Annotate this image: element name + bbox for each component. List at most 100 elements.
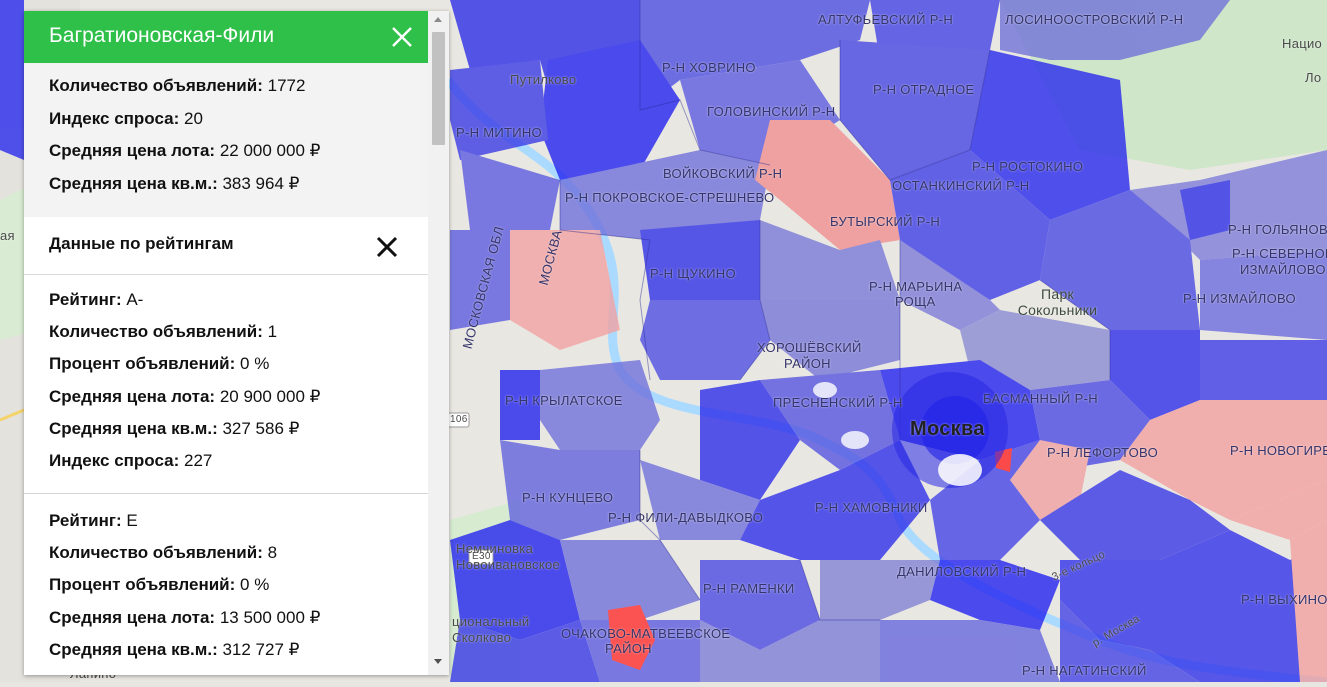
district-label: ГОЛОВИНСКИЙ Р-Н	[707, 104, 836, 119]
rating-value: 327 586 ₽	[222, 419, 300, 438]
rating-value: 1	[267, 322, 278, 341]
district-label: ХОРОШЁВСКИЙ	[757, 340, 862, 355]
scroll-up-arrow-icon[interactable]	[434, 17, 442, 22]
district-label: Р-Н МАРЬИНА	[869, 279, 963, 294]
district-summary: Количество объявлений: 1772 Индекс спрос…	[24, 63, 428, 217]
district-label: Р-Н МИТИНО	[456, 125, 542, 140]
place-label: Сколково	[452, 630, 512, 645]
city-label: Москва	[910, 418, 985, 440]
rating-label: Индекс спроса:	[49, 451, 180, 470]
ratings-title: Данные по рейтингам	[49, 234, 234, 253]
rating-value: 227	[183, 451, 213, 470]
district-label: ДАНИЛОВСКИЙ Р-Н	[897, 564, 1027, 579]
rating-value: 312 727 ₽	[222, 640, 300, 659]
rating-label: Количество объявлений:	[49, 543, 263, 562]
rating-label: Процент объявлений:	[49, 354, 236, 373]
summary-value: 1772	[267, 76, 306, 95]
district-label: Р-Н РАМЕНКИ	[703, 581, 795, 596]
summary-label: Индекс спроса:	[49, 109, 180, 128]
close-icon[interactable]	[390, 25, 414, 49]
park-label-line: Парк	[1041, 286, 1074, 302]
rating-row: Средняя цена кв.м.: 327 586 ₽	[49, 419, 299, 439]
place-label: Нацио	[1282, 36, 1323, 51]
rating-value: 0 %	[240, 575, 270, 594]
scrollbar-thumb[interactable]	[432, 32, 445, 145]
district-label: АЛТУФЬЕВСКИЙ Р-Н	[818, 12, 954, 27]
district-label: ОЧАКОВО-МАТВЕЕВСКОЕ	[561, 626, 731, 641]
district-label: ЛОСИНООСТРОВСКИЙ Р-Н	[1005, 12, 1184, 27]
district-label: Р-Н ПОКРОВСКОЕ-СТРЕШНЕВО	[565, 190, 775, 205]
summary-row: Средняя цена лота: 22 000 000 ₽	[49, 141, 320, 161]
district-label: РОЩА	[895, 294, 936, 309]
summary-value: 383 964 ₽	[222, 174, 300, 193]
rating-value: А-	[126, 290, 144, 309]
district-polygon[interactable]	[0, 0, 24, 160]
rating-row: Количество объявлений: 1	[49, 322, 277, 342]
summary-value: 20	[183, 109, 203, 128]
rating-value: 20 900 000 ₽	[219, 387, 321, 406]
rating-row: Рейтинг: Е	[49, 511, 138, 531]
district-label: Р-Н ЛЕФОРТОВО	[1047, 445, 1159, 460]
district-info-panel: Багратионовская-Фили Количество объявлен…	[24, 11, 449, 675]
rating-row: Рейтинг: А-	[49, 290, 143, 310]
rating-row: Средняя цена кв.м.: 312 727 ₽	[49, 640, 299, 660]
place-label: циональный	[452, 614, 530, 629]
park-label-line: Сокольники	[1017, 302, 1098, 318]
district-label: Р-Н ГОЛЬЯНОВО	[1228, 222, 1327, 237]
rating-row: Индекс спроса: 227	[49, 451, 212, 471]
summary-row: Количество объявлений: 1772	[49, 76, 305, 96]
district-label: БАСМАННЫЙ Р-Н	[983, 391, 1098, 406]
summary-label: Средняя цена кв.м.:	[49, 174, 218, 193]
ratings-header: Данные по рейтингам	[24, 217, 428, 275]
road-shield-label: 106	[450, 414, 468, 425]
rating-label: Количество объявлений:	[49, 322, 263, 341]
district-label: ПРЕСНЕНСКИЙ Р-Н	[773, 395, 903, 410]
rating-value: 13 500 000 ₽	[219, 608, 321, 627]
white-gap	[841, 431, 869, 449]
district-label: Р-Н ФИЛИ-ДАВЫДКОВО	[608, 510, 764, 525]
district-label: ИЗМАЙЛОВО	[1240, 262, 1326, 277]
district-title: Багратионовская-Фили	[49, 24, 275, 47]
close-icon[interactable]	[376, 236, 398, 258]
rating-value: Е	[126, 511, 138, 530]
divider	[24, 493, 428, 494]
panel-header: Багратионовская-Фили	[24, 11, 428, 63]
rating-label: Средняя цена лота:	[49, 608, 216, 627]
road-shield-label: Е30	[472, 551, 491, 562]
district-label: Р-Н НОВОГИРЕ	[1230, 443, 1327, 458]
rating-row: Средняя цена лота: 20 900 000 ₽	[49, 387, 320, 407]
rating-label: Рейтинг:	[49, 290, 122, 309]
district-label: Р-Н ЩУКИНО	[650, 266, 736, 281]
rating-label: Процент объявлений:	[49, 575, 236, 594]
district-label: Р-Н ВЫХИНО	[1241, 592, 1327, 607]
rating-label: Средняя цена кв.м.:	[49, 419, 218, 438]
district-label: Р-Н ОТРАДНОЕ	[873, 82, 975, 97]
rating-row: Процент объявлений: 0 %	[49, 354, 269, 374]
summary-label: Количество объявлений:	[49, 76, 263, 95]
district-label: Р-Н ХОВРИНО	[662, 60, 756, 75]
district-label: БУТЫРСКИЙ Р-Н	[830, 214, 941, 229]
district-label: Р-Н ИЗМАЙЛОВО	[1183, 291, 1296, 306]
rating-label: Средняя цена кв.м.:	[49, 640, 218, 659]
summary-value: 22 000 000 ₽	[219, 141, 321, 160]
place-label: Путилково	[510, 72, 577, 87]
rating-value: 0 %	[240, 354, 270, 373]
summary-label: Средняя цена лота:	[49, 141, 216, 160]
district-label: РАЙОН	[605, 641, 652, 656]
rating-label: Средняя цена лота:	[49, 387, 216, 406]
district-label: ВОЙКОВСКИЙ Р-Н	[663, 166, 783, 181]
rating-value: 8	[267, 543, 278, 562]
rating-row: Средняя цена лота: 13 500 000 ₽	[49, 608, 320, 628]
rating-row: Процент объявлений: 0 %	[49, 575, 269, 595]
district-polygon[interactable]	[1200, 340, 1327, 400]
district-label: Р-Н НАГАТИНСКИЙ	[1022, 663, 1147, 678]
scroll-down-arrow-icon[interactable]	[434, 659, 442, 664]
place-label: ая	[0, 228, 15, 243]
district-label: Р-Н СЕВЕРНОЕ	[1232, 246, 1327, 261]
district-label: ОСТАНКИНСКИЙ Р-Н	[892, 178, 1030, 193]
white-gap	[938, 454, 982, 486]
district-label: Р-Н КРЫЛАТСКОЕ	[505, 393, 623, 408]
district-label: РАЙОН	[784, 356, 831, 371]
scrollbar[interactable]	[428, 11, 449, 675]
rating-label: Рейтинг:	[49, 511, 122, 530]
